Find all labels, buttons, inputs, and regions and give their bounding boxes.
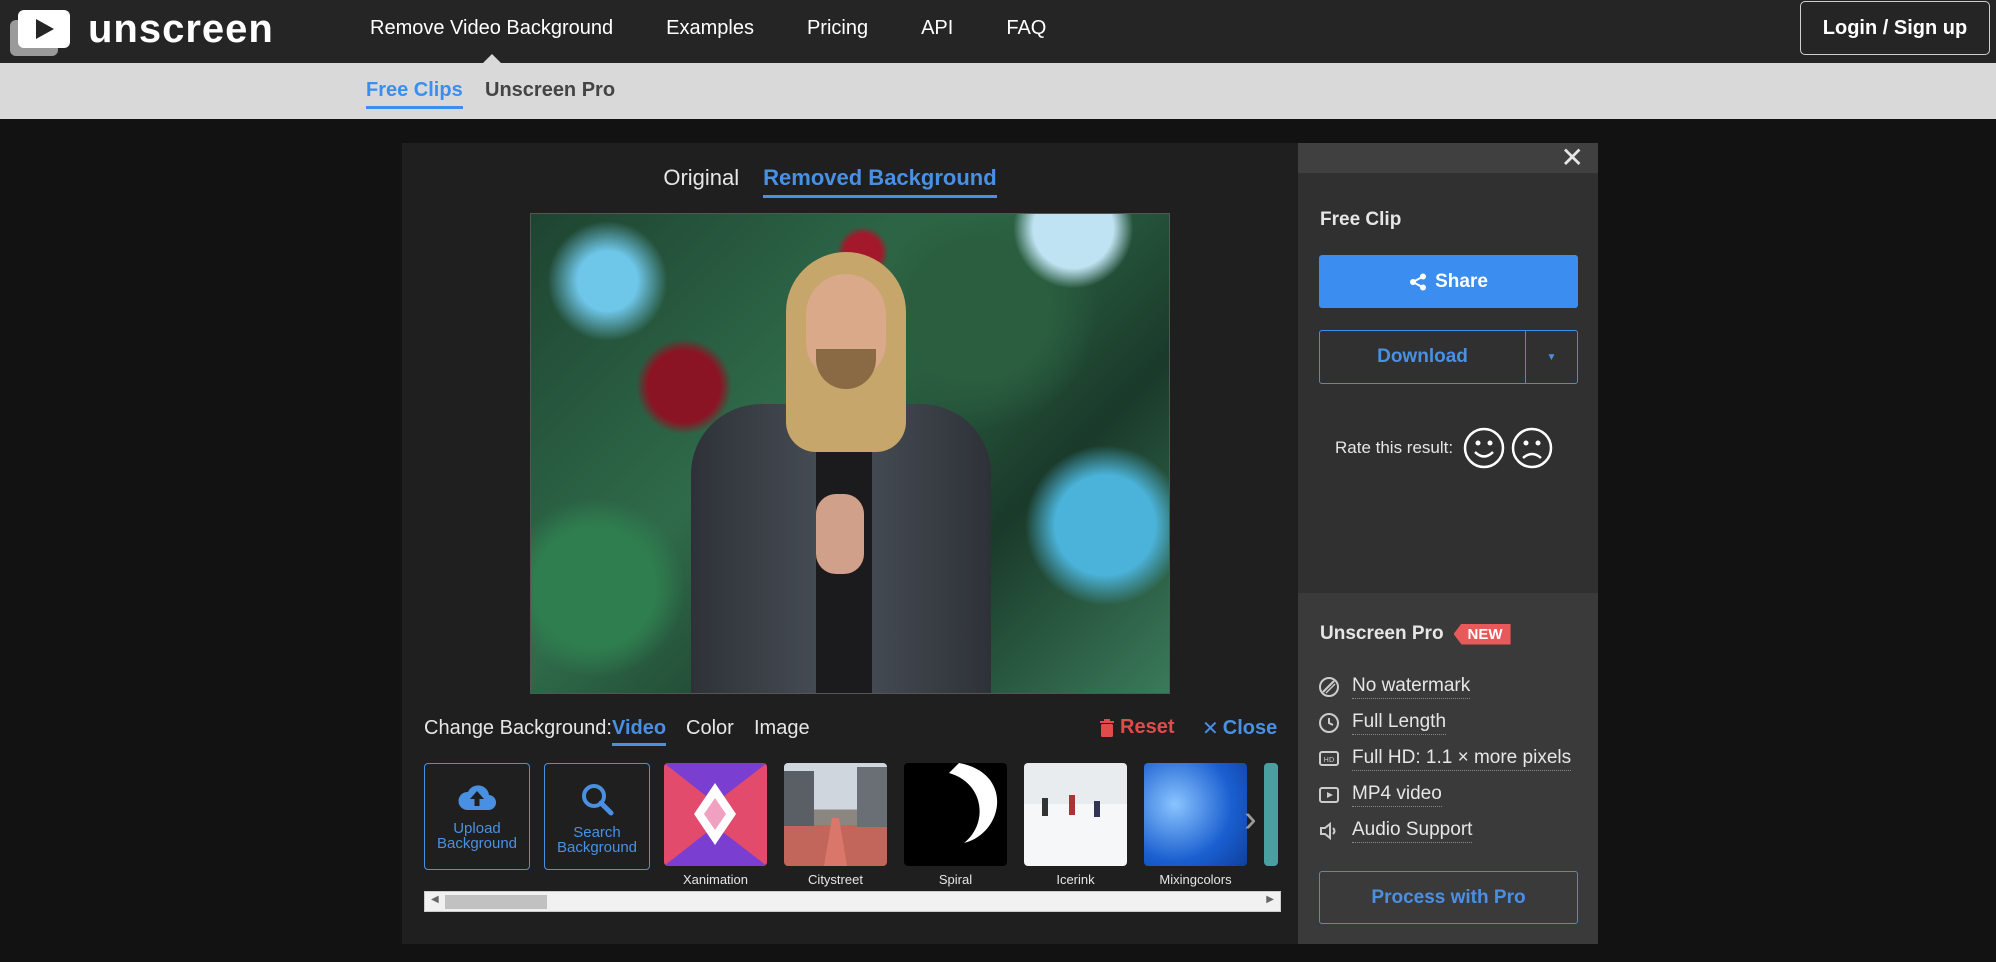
thumb-icerink[interactable]: [1024, 763, 1127, 866]
trash-icon: [1100, 718, 1114, 737]
search-background-button[interactable]: Search Background: [544, 763, 650, 870]
rate-label: Rate this result:: [1335, 438, 1454, 457]
pro-title: Unscreen Pro NEW: [1320, 623, 1511, 645]
close-icon: ✕: [1202, 718, 1219, 740]
thumb-citystreet[interactable]: [784, 763, 887, 866]
share-icon: [1410, 273, 1427, 290]
share-label: Share: [1435, 270, 1488, 292]
search-icon: [582, 784, 614, 816]
top-navbar: unscreen Remove Video Background Example…: [0, 0, 1996, 63]
close-icon[interactable]: ✕: [1561, 143, 1584, 173]
feature-audio-support: Audio Support: [1318, 819, 1473, 843]
upload-background-button[interactable]: Upload Background: [424, 763, 530, 870]
login-signup-button[interactable]: Login / Sign up: [1800, 1, 1990, 55]
result-sidebar: ✕ Free Clip Share Download ▼ Rate this r…: [1298, 143, 1598, 944]
brand-name: unscreen: [88, 7, 274, 51]
thumb-partial[interactable]: [1264, 763, 1278, 866]
nav-pricing[interactable]: Pricing: [807, 0, 868, 63]
logo-icon: [10, 8, 70, 56]
share-button[interactable]: Share: [1319, 255, 1578, 308]
sad-face-icon[interactable]: [1511, 427, 1553, 469]
feature-label: Full HD: 1.1 × more pixels: [1352, 747, 1572, 771]
feature-label: Audio Support: [1352, 819, 1473, 843]
view-tabs: Original Removed Background: [402, 165, 1298, 198]
feature-mp4-video: MP4 video: [1318, 783, 1442, 807]
editor-panel: Original Removed Background Change Backg…: [402, 143, 1298, 944]
sub-navbar: Free Clips Unscreen Pro: [0, 63, 1996, 119]
thumb-label-icerink: Icerink: [1056, 872, 1095, 887]
chevron-right-icon[interactable]: ›: [1244, 798, 1257, 841]
process-with-pro-button[interactable]: Process with Pro: [1319, 871, 1578, 924]
reset-label: Reset: [1120, 716, 1175, 738]
thumb-label-citystreet: Citystreet: [808, 872, 863, 887]
nav-remove-video-background[interactable]: Remove Video Background: [370, 0, 613, 63]
thumb-label-mixingcolors: Mixingcolors: [1159, 872, 1232, 887]
change-background-label: Change Background:: [424, 717, 612, 739]
tab-free-clips[interactable]: Free Clips: [366, 79, 463, 109]
scroll-right-icon[interactable]: ▶: [1266, 894, 1274, 905]
pro-title-label: Unscreen Pro: [1320, 623, 1444, 644]
main-nav: Remove Video Background Examples Pricing…: [370, 0, 1099, 63]
smiley-icon[interactable]: [1463, 427, 1505, 469]
feature-full-length: Full Length: [1318, 711, 1447, 735]
new-badge: NEW: [1453, 623, 1511, 645]
tab-removed-background[interactable]: Removed Background: [763, 165, 997, 198]
bg-tab-image[interactable]: Image: [754, 717, 810, 740]
scrollbar-thumb[interactable]: [445, 895, 547, 909]
tab-original[interactable]: Original: [663, 165, 739, 198]
nav-examples[interactable]: Examples: [666, 0, 754, 63]
feature-label: MP4 video: [1352, 783, 1442, 807]
person-figure: [691, 244, 991, 693]
feature-full-hd: HD Full HD: 1.1 × more pixels: [1318, 747, 1572, 771]
bg-tab-color[interactable]: Color: [686, 717, 734, 740]
speaker-icon: [1320, 821, 1336, 841]
download-button[interactable]: Download: [1320, 331, 1526, 383]
reset-button[interactable]: Reset: [1099, 716, 1174, 739]
thumb-mixingcolors[interactable]: [1144, 763, 1247, 866]
thumb-label-xanimation: Xanimation: [682, 872, 749, 887]
download-button-group: Download ▼: [1319, 330, 1578, 384]
feature-no-watermark: No watermark: [1318, 675, 1471, 699]
thumb-spiral[interactable]: [904, 763, 1007, 866]
tab-unscreen-pro[interactable]: Unscreen Pro: [485, 79, 615, 102]
thumb-xanimation[interactable]: [664, 763, 767, 866]
feature-label: Full Length: [1352, 711, 1447, 735]
cloud-upload-icon: [458, 785, 497, 811]
rate-result: Rate this result:: [1335, 427, 1553, 469]
upload-background-label: Upload Background: [436, 820, 518, 852]
scroll-left-icon[interactable]: ◀: [431, 894, 439, 905]
feature-label: No watermark: [1352, 675, 1471, 699]
video-preview[interactable]: [530, 213, 1170, 694]
logo[interactable]: unscreen: [10, 7, 274, 56]
close-button[interactable]: ✕ Close: [1202, 716, 1277, 741]
unscreen-pro-panel: Unscreen Pro NEW No watermark Full Lengt…: [1298, 593, 1598, 944]
clock-icon: [1319, 713, 1339, 733]
thumbnails-scrollbar[interactable]: ◀ ▶: [424, 891, 1281, 912]
svg-text:HD: HD: [1324, 756, 1335, 764]
bg-tab-video[interactable]: Video: [612, 717, 667, 746]
close-label: Close: [1222, 717, 1278, 739]
chevron-down-icon[interactable]: ▼: [1526, 331, 1577, 383]
nav-faq[interactable]: FAQ: [1006, 0, 1046, 63]
sidebar-header: ✕: [1298, 143, 1598, 173]
search-background-label: Search Background: [556, 824, 638, 856]
play-icon: [1319, 787, 1339, 803]
nav-api[interactable]: API: [921, 0, 953, 63]
hd-icon: HD: [1319, 751, 1339, 766]
free-clip-title: Free Clip: [1320, 209, 1402, 230]
thumb-label-spiral: Spiral: [938, 872, 973, 887]
no-watermark-icon: [1319, 677, 1339, 697]
